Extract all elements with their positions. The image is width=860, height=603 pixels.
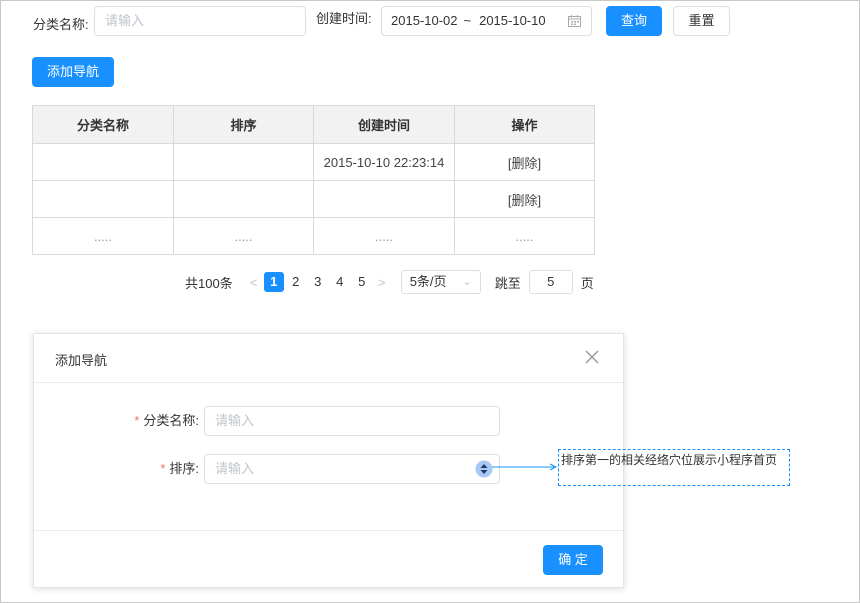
annotation-note: 排序第一的相关经络穴位展示小程序首页: [558, 449, 790, 486]
pagination: 共100条 < 1 2 3 4 5 > 5条/页 ⌄ 跳至 5 页: [185, 270, 594, 294]
annotation-arrow-icon: [492, 463, 558, 471]
jump-input[interactable]: 5: [528, 270, 573, 294]
page-size-select[interactable]: 5条/页 ⌄: [400, 270, 481, 294]
page-3[interactable]: 3: [308, 272, 328, 292]
cell-sort: [173, 143, 314, 181]
calendar-icon[interactable]: [568, 15, 581, 27]
pagination-total: 共100条: [185, 275, 233, 291]
confirm-button[interactable]: 确 定: [543, 545, 603, 575]
chevron-right-icon[interactable]: >: [373, 275, 391, 290]
table-header-row: 分类名称 排序 创建时间 操作: [32, 105, 595, 144]
cell-category: [32, 143, 174, 181]
reset-button[interactable]: 重置: [673, 6, 730, 36]
table-row: ..... ..... ..... .....: [32, 217, 595, 255]
required-mark: *: [160, 461, 166, 476]
page-1[interactable]: 1: [263, 272, 284, 292]
dialog-header: 添加导航: [34, 334, 623, 383]
required-mark: *: [134, 413, 140, 428]
page-2[interactable]: 2: [286, 272, 306, 292]
dialog-category-label-text: 分类名称:: [143, 413, 199, 428]
cell-ellipsis: .....: [32, 217, 174, 255]
date-start[interactable]: 2015-10-02: [391, 7, 458, 35]
col-header-category: 分类名称: [32, 105, 174, 144]
page-suffix: 页: [580, 275, 594, 291]
col-header-action: 操作: [454, 105, 595, 144]
table-row: 2015-10-10 22:23:14 [删除]: [32, 143, 595, 181]
date-end[interactable]: 2015-10-10: [479, 7, 546, 35]
cell-created: [313, 180, 455, 218]
dialog-title: 添加导航: [55, 353, 108, 368]
cell-ellipsis: .....: [454, 217, 595, 255]
table-row: [删除]: [32, 180, 595, 218]
dialog-sort-label-text: 排序:: [169, 461, 199, 476]
cell-sort: [173, 180, 314, 218]
chevron-left-icon[interactable]: <: [245, 275, 263, 290]
page-size-value: 5条/页: [409, 274, 447, 289]
chevron-down-icon: ⌄: [462, 276, 472, 288]
dialog-sort-input[interactable]: 请输入: [204, 454, 500, 484]
dialog-category-label: * 分类名称:: [94, 406, 199, 436]
filter-category-input[interactable]: 请输入: [94, 6, 306, 36]
cell-created: 2015-10-10 22:23:14: [313, 143, 455, 181]
dialog-sort-label: * 排序:: [94, 454, 199, 484]
date-separator: ~: [463, 13, 472, 28]
cell-ellipsis: .....: [173, 217, 314, 255]
delete-link[interactable]: [删除]: [454, 180, 595, 218]
close-icon[interactable]: [585, 350, 599, 364]
dialog-category-input[interactable]: 请输入: [204, 406, 500, 436]
col-header-sort: 排序: [173, 105, 314, 144]
filter-created-label: 创建时间:: [316, 11, 372, 26]
date-range-picker[interactable]: 2015-10-02 ~ 2015-10-10: [381, 6, 592, 36]
nav-table: 分类名称 排序 创建时间 操作 2015-10-10 22:23:14 [删除]…: [32, 105, 595, 255]
dialog-sort-placeholder: 请输入: [215, 461, 255, 476]
col-header-created: 创建时间: [313, 105, 455, 144]
add-nav-button[interactable]: 添加导航: [32, 57, 114, 87]
cell-category: [32, 180, 174, 218]
dialog-footer: 确 定: [34, 530, 623, 588]
delete-link[interactable]: [删除]: [454, 143, 595, 181]
cell-ellipsis: .....: [313, 217, 455, 255]
filter-category-label: 分类名称:: [33, 17, 89, 32]
query-button[interactable]: 查询: [606, 6, 662, 36]
jump-label: 跳至: [494, 275, 521, 291]
page-4[interactable]: 4: [330, 272, 350, 292]
page-5[interactable]: 5: [352, 272, 372, 292]
